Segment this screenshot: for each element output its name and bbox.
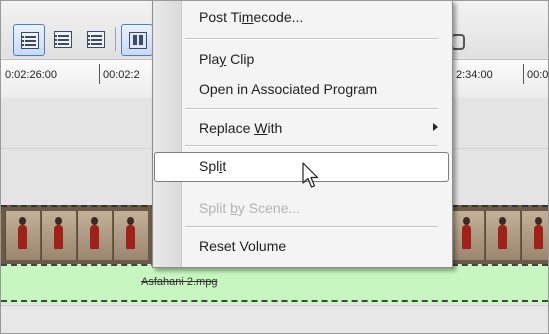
window-border [0,0,549,334]
timeline-window: 0:02:26:00 00:02:2 2:34:00 00:0 Asfahani… [0,0,549,334]
